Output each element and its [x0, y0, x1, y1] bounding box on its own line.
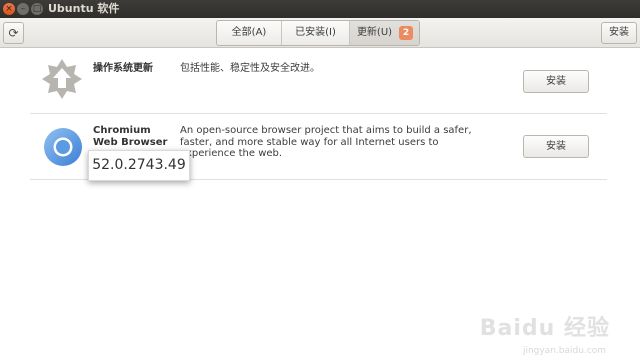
maximize-window-button[interactable]: □	[31, 3, 43, 15]
window-title: Ubuntu 软件	[48, 2, 120, 15]
tab-updates-label: 更新(U)	[356, 27, 393, 38]
app-name: Chromium Web Browser	[93, 125, 168, 148]
view-tabs: 全部(A) 已安装(I) 更新(U) 2	[216, 20, 420, 46]
install-button[interactable]: 安装	[523, 135, 589, 158]
install-button[interactable]: 安装	[523, 70, 589, 93]
refresh-button[interactable]: ⟳	[3, 22, 24, 44]
title-bar: × – □ Ubuntu 软件	[0, 0, 640, 18]
refresh-icon: ⟳	[8, 26, 19, 40]
minimize-window-button[interactable]: –	[17, 3, 29, 15]
chromium-icon	[44, 128, 82, 166]
tab-all[interactable]: 全部(A)	[217, 21, 282, 45]
version-tooltip: 52.0.2743.49	[88, 150, 190, 181]
watermark-url: jingyan.baidu.com	[522, 346, 606, 356]
watermark-logo: Baidu 经验	[479, 316, 610, 341]
close-window-button[interactable]: ×	[3, 3, 15, 15]
tab-updates[interactable]: 更新(U) 2	[350, 21, 419, 45]
tab-installed[interactable]: 已安装(I)	[282, 21, 350, 45]
install-all-button[interactable]: 安装	[601, 22, 637, 44]
updates-count-badge: 2	[399, 26, 413, 40]
os-update-icon	[42, 59, 82, 99]
toolbar: ⟳ 全部(A) 已安装(I) 更新(U) 2 安装	[0, 18, 640, 48]
list-item: 操作系统更新 包括性能、稳定性及安全改进。 安装	[30, 48, 607, 114]
app-description: 包括性能、稳定性及安全改进。	[180, 63, 320, 74]
app-description: An open-source browser project that aims…	[180, 125, 472, 159]
app-name: 操作系统更新	[93, 63, 153, 74]
